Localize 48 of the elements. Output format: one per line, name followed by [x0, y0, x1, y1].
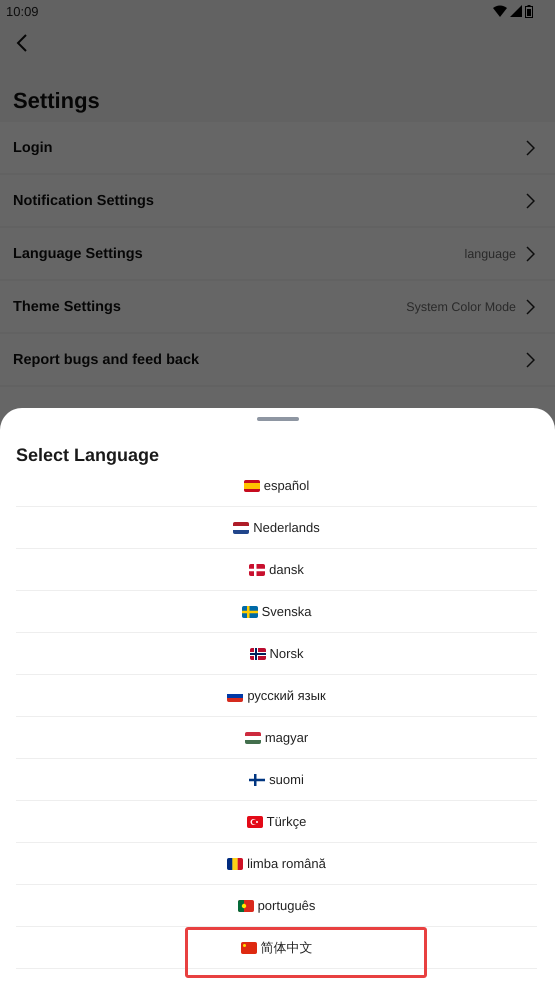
language-item[interactable]: Svenska: [16, 591, 537, 633]
language-item[interactable]: português: [16, 885, 537, 927]
flag-icon: [233, 522, 250, 534]
flag-icon: [240, 942, 256, 954]
language-item[interactable]: dansk: [16, 549, 537, 591]
flag-icon: [227, 858, 244, 870]
row-value: language: [464, 246, 516, 260]
row-label: Language Settings: [13, 246, 143, 262]
chevron-icon: [526, 298, 535, 314]
wifi-icon: [493, 5, 507, 17]
flag-icon: [244, 732, 261, 744]
battery-icon: [525, 4, 533, 18]
settings-row[interactable]: Language Settings language: [0, 228, 555, 279]
page-title: Settings: [12, 87, 101, 115]
flag-icon: [238, 900, 254, 912]
flag-icon: [244, 480, 260, 492]
language-item[interactable]: suomi: [16, 759, 537, 801]
settings-row[interactable]: Login: [0, 122, 555, 173]
language-item[interactable]: 简体中文: [16, 927, 537, 969]
language-item[interactable]: русский язык: [16, 675, 537, 717]
language-item[interactable]: magyar: [16, 717, 537, 759]
row-label: Theme Settings: [13, 298, 121, 314]
language-item[interactable]: español: [16, 478, 537, 507]
back-icon[interactable]: [16, 34, 28, 52]
settings-row[interactable]: Report bugs and feed back: [0, 334, 555, 385]
chevron-icon: [526, 192, 535, 208]
signal-icon: [510, 5, 522, 17]
flag-icon: [249, 564, 266, 576]
language-item[interactable]: Norsk: [16, 633, 537, 675]
chevron-icon: [526, 246, 535, 262]
row-label: Notification Settings: [13, 192, 154, 208]
flag-icon: [242, 606, 258, 618]
language-item[interactable]: Nederlands: [16, 507, 537, 549]
language-item[interactable]: limba română: [16, 843, 537, 885]
row-label: Login: [13, 140, 52, 156]
flag-icon: [250, 648, 266, 660]
flag-icon: [246, 816, 263, 828]
drag-handle[interactable]: [256, 417, 298, 421]
row-label: Report bugs and feed back: [13, 352, 200, 368]
language-item[interactable]: Türkçe: [16, 801, 537, 843]
chevron-icon: [526, 352, 535, 368]
chevron-icon: [526, 140, 535, 156]
settings-row[interactable]: Notification Settings: [0, 175, 555, 226]
flag-icon: [249, 774, 266, 786]
settings-row[interactable]: Theme Settings System Color Mode: [0, 281, 555, 332]
sheet-title: Select Language: [15, 444, 160, 467]
row-value: System Color Mode: [406, 300, 516, 314]
status-time: 10:09: [6, 4, 39, 18]
